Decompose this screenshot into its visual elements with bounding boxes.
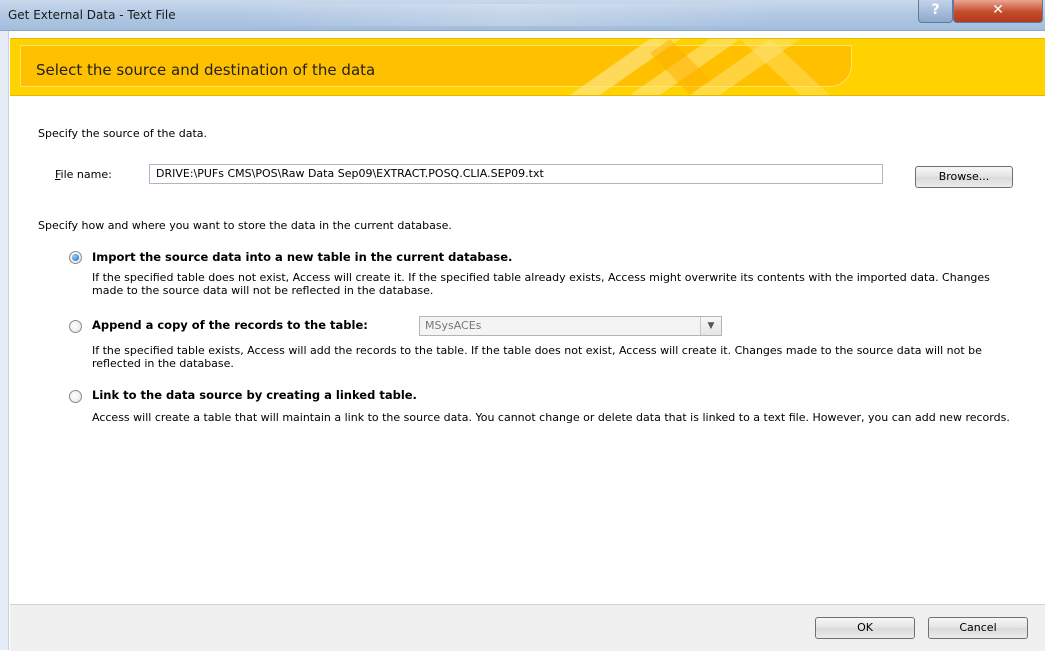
window-left-edge: [0, 31, 9, 650]
cancel-button[interactable]: Cancel: [928, 617, 1028, 639]
import-radio[interactable]: [69, 251, 82, 264]
append-table-value: MSysACEs: [425, 319, 482, 332]
header-decoration-icon: [570, 39, 830, 95]
append-option-label[interactable]: Append a copy of the records to the tabl…: [92, 318, 368, 332]
append-radio[interactable]: [69, 320, 82, 333]
import-option-description: If the specified table does not exist, A…: [92, 271, 990, 297]
help-button[interactable]: ?: [918, 0, 953, 23]
cancel-button-label: Cancel: [959, 621, 997, 634]
header-band: Select the source and destination of the…: [10, 38, 1045, 96]
link-radio[interactable]: [69, 390, 82, 403]
import-option-label[interactable]: Import the source data into a new table …: [92, 250, 512, 264]
page-title: Select the source and destination of the…: [36, 61, 376, 79]
file-name-input[interactable]: DRIVE:\PUFs CMS\POS\Raw Data Sep09\EXTRA…: [149, 164, 883, 184]
link-option-description: Access will create a table that will mai…: [92, 411, 1010, 424]
source-section-label: Specify the source of the data.: [38, 127, 208, 140]
ok-button-label: OK: [857, 621, 873, 634]
file-name-label: File name:: [55, 168, 112, 181]
store-section-label: Specify how and where you want to store …: [38, 219, 452, 232]
chevron-down-icon[interactable]: ▼: [700, 317, 721, 335]
link-option-label[interactable]: Link to the data source by creating a li…: [92, 388, 417, 402]
file-name-label-text: ile name:: [60, 168, 112, 181]
window-title: Get External Data - Text File: [8, 8, 176, 22]
close-button[interactable]: ✕: [953, 0, 1043, 23]
append-table-select[interactable]: MSysACEs ▼: [419, 316, 722, 336]
dialog-footer: OK Cancel: [10, 604, 1045, 651]
ok-button[interactable]: OK: [815, 617, 915, 639]
browse-button-label: Browse...: [938, 170, 990, 183]
title-bar: Get External Data - Text File ? ✕: [0, 0, 1045, 31]
browse-button[interactable]: Browse...: [915, 166, 1013, 188]
append-option-description: If the specified table exists, Access wi…: [92, 344, 982, 370]
